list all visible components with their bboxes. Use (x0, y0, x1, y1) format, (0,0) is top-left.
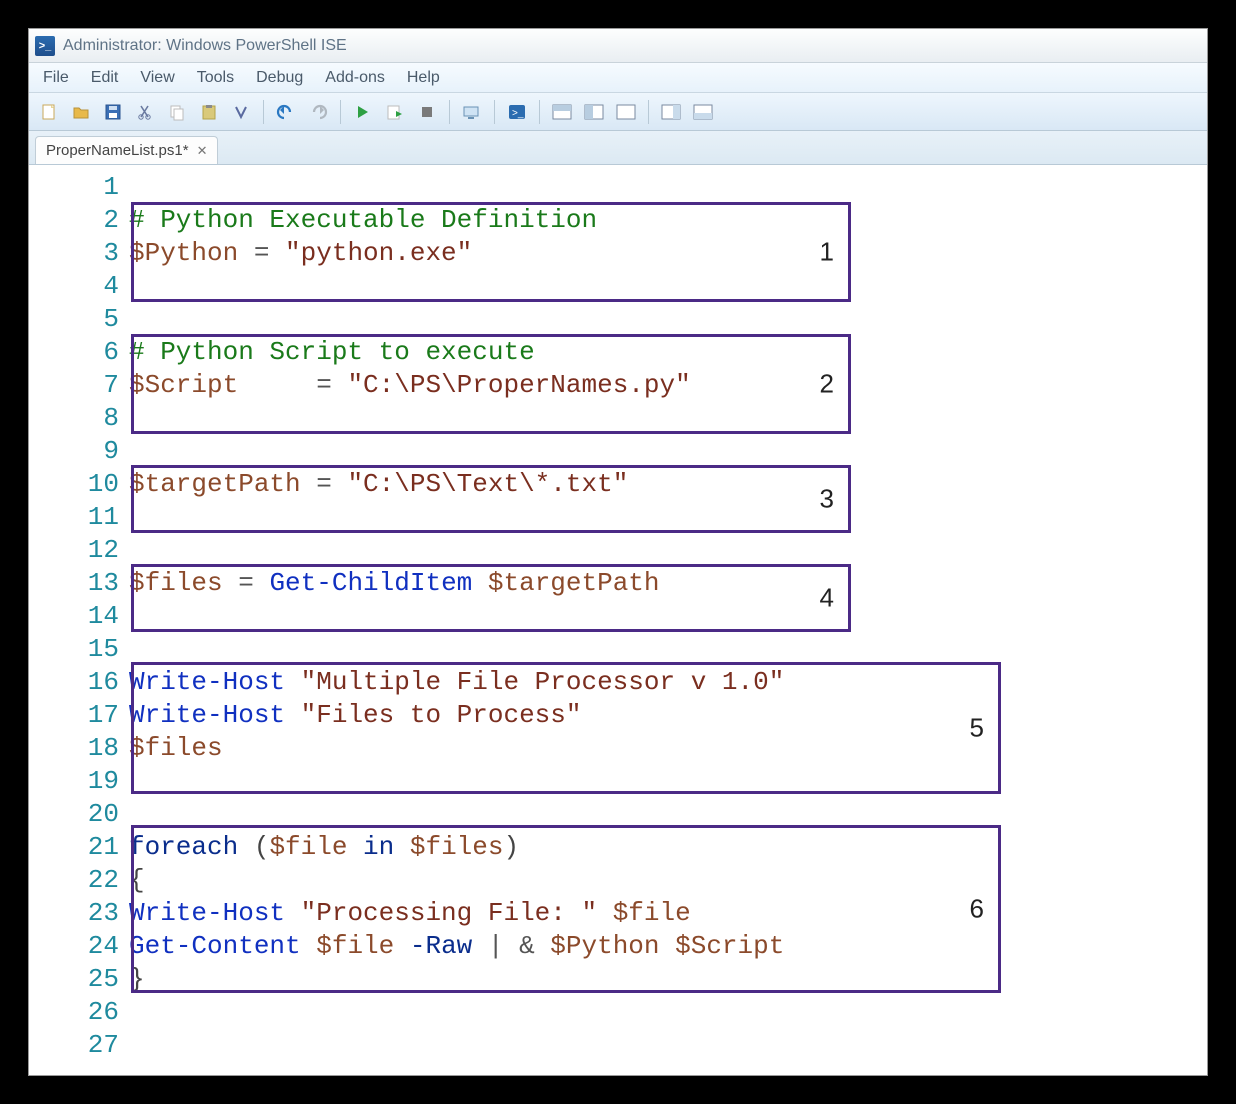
code-line: { (129, 864, 1199, 897)
menu-tools[interactable]: Tools (187, 66, 244, 90)
undo-icon[interactable] (272, 99, 300, 125)
window-title: Administrator: Windows PowerShell ISE (63, 37, 347, 55)
code-line (129, 1029, 1199, 1062)
layout-side-icon[interactable] (580, 99, 608, 125)
run-selection-icon[interactable] (381, 99, 409, 125)
code-line (129, 765, 1199, 798)
toolbar-separator (539, 100, 540, 124)
menu-view[interactable]: View (130, 66, 184, 90)
code-line: foreach ($file in $files) (129, 831, 1199, 864)
cut-icon[interactable] (131, 99, 159, 125)
toolbar-separator (648, 100, 649, 124)
code-line: Write-Host "Multiple File Processor v 1.… (129, 666, 1199, 699)
code-line (129, 402, 1199, 435)
code-line: $files (129, 732, 1199, 765)
ise-window: >_ Administrator: Windows PowerShell ISE… (28, 28, 1208, 1076)
command-pane-icon[interactable] (657, 99, 685, 125)
menu-file[interactable]: File (33, 66, 79, 90)
menu-help[interactable]: Help (397, 66, 450, 90)
code-line: # Python Script to execute (129, 336, 1199, 369)
code-line: $targetPath = "C:\PS\Text\*.txt" (129, 468, 1199, 501)
code-line (129, 633, 1199, 666)
code-line: Write-Host "Files to Process" (129, 699, 1199, 732)
titlebar: >_ Administrator: Windows PowerShell ISE (29, 29, 1207, 63)
code-line (129, 501, 1199, 534)
code-area[interactable]: # Python Executable Definition $Python =… (129, 165, 1207, 1075)
code-line (129, 303, 1199, 336)
code-line (129, 798, 1199, 831)
close-icon[interactable]: ✕ (197, 143, 208, 159)
addons-pane-icon[interactable] (689, 99, 717, 125)
tab-label: ProperNameList.ps1* (46, 142, 189, 159)
save-icon[interactable] (99, 99, 127, 125)
menubar: File Edit View Tools Debug Add-ons Help (29, 63, 1207, 93)
editor[interactable]: 1234567891011121314151617181920212223242… (29, 165, 1207, 1075)
powershell-icon[interactable]: >_ (503, 99, 531, 125)
redo-icon[interactable] (304, 99, 332, 125)
toolbar-separator (340, 100, 341, 124)
code-line: # Python Executable Definition (129, 204, 1199, 237)
file-tab[interactable]: ProperNameList.ps1* ✕ (35, 136, 218, 164)
code-line: $Python = "python.exe" (129, 237, 1199, 270)
tabbar: ProperNameList.ps1* ✕ (29, 131, 1207, 165)
code-line: $Script = "C:\PS\ProperNames.py" (129, 369, 1199, 402)
code-line: $files = Get-ChildItem $targetPath (129, 567, 1199, 600)
open-folder-icon[interactable] (67, 99, 95, 125)
code-line: Write-Host "Processing File: " $file (129, 897, 1199, 930)
paste-icon[interactable] (195, 99, 223, 125)
code-line: Get-Content $file -Raw | & $Python $Scri… (129, 930, 1199, 963)
toolbar-separator (449, 100, 450, 124)
code-line (129, 534, 1199, 567)
powershell-app-icon: >_ (35, 36, 55, 56)
code-line: } (129, 963, 1199, 996)
menu-debug[interactable]: Debug (246, 66, 313, 90)
new-file-icon[interactable] (35, 99, 63, 125)
code-line (129, 435, 1199, 468)
code-line (129, 270, 1199, 303)
svg-text:>_: >_ (512, 108, 524, 119)
layout-script-top-icon[interactable] (548, 99, 576, 125)
line-number-gutter: 1234567891011121314151617181920212223242… (29, 165, 129, 1075)
menu-edit[interactable]: Edit (81, 66, 129, 90)
code-line (129, 171, 1199, 204)
clear-icon[interactable] (227, 99, 255, 125)
toolbar-separator (263, 100, 264, 124)
layout-max-icon[interactable] (612, 99, 640, 125)
remote-icon[interactable] (458, 99, 486, 125)
code-line (129, 996, 1199, 1029)
menu-addons[interactable]: Add-ons (315, 66, 395, 90)
copy-icon[interactable] (163, 99, 191, 125)
run-icon[interactable] (349, 99, 377, 125)
toolbar-separator (494, 100, 495, 124)
toolbar: >_ (29, 93, 1207, 131)
stop-icon[interactable] (413, 99, 441, 125)
code-line (129, 600, 1199, 633)
